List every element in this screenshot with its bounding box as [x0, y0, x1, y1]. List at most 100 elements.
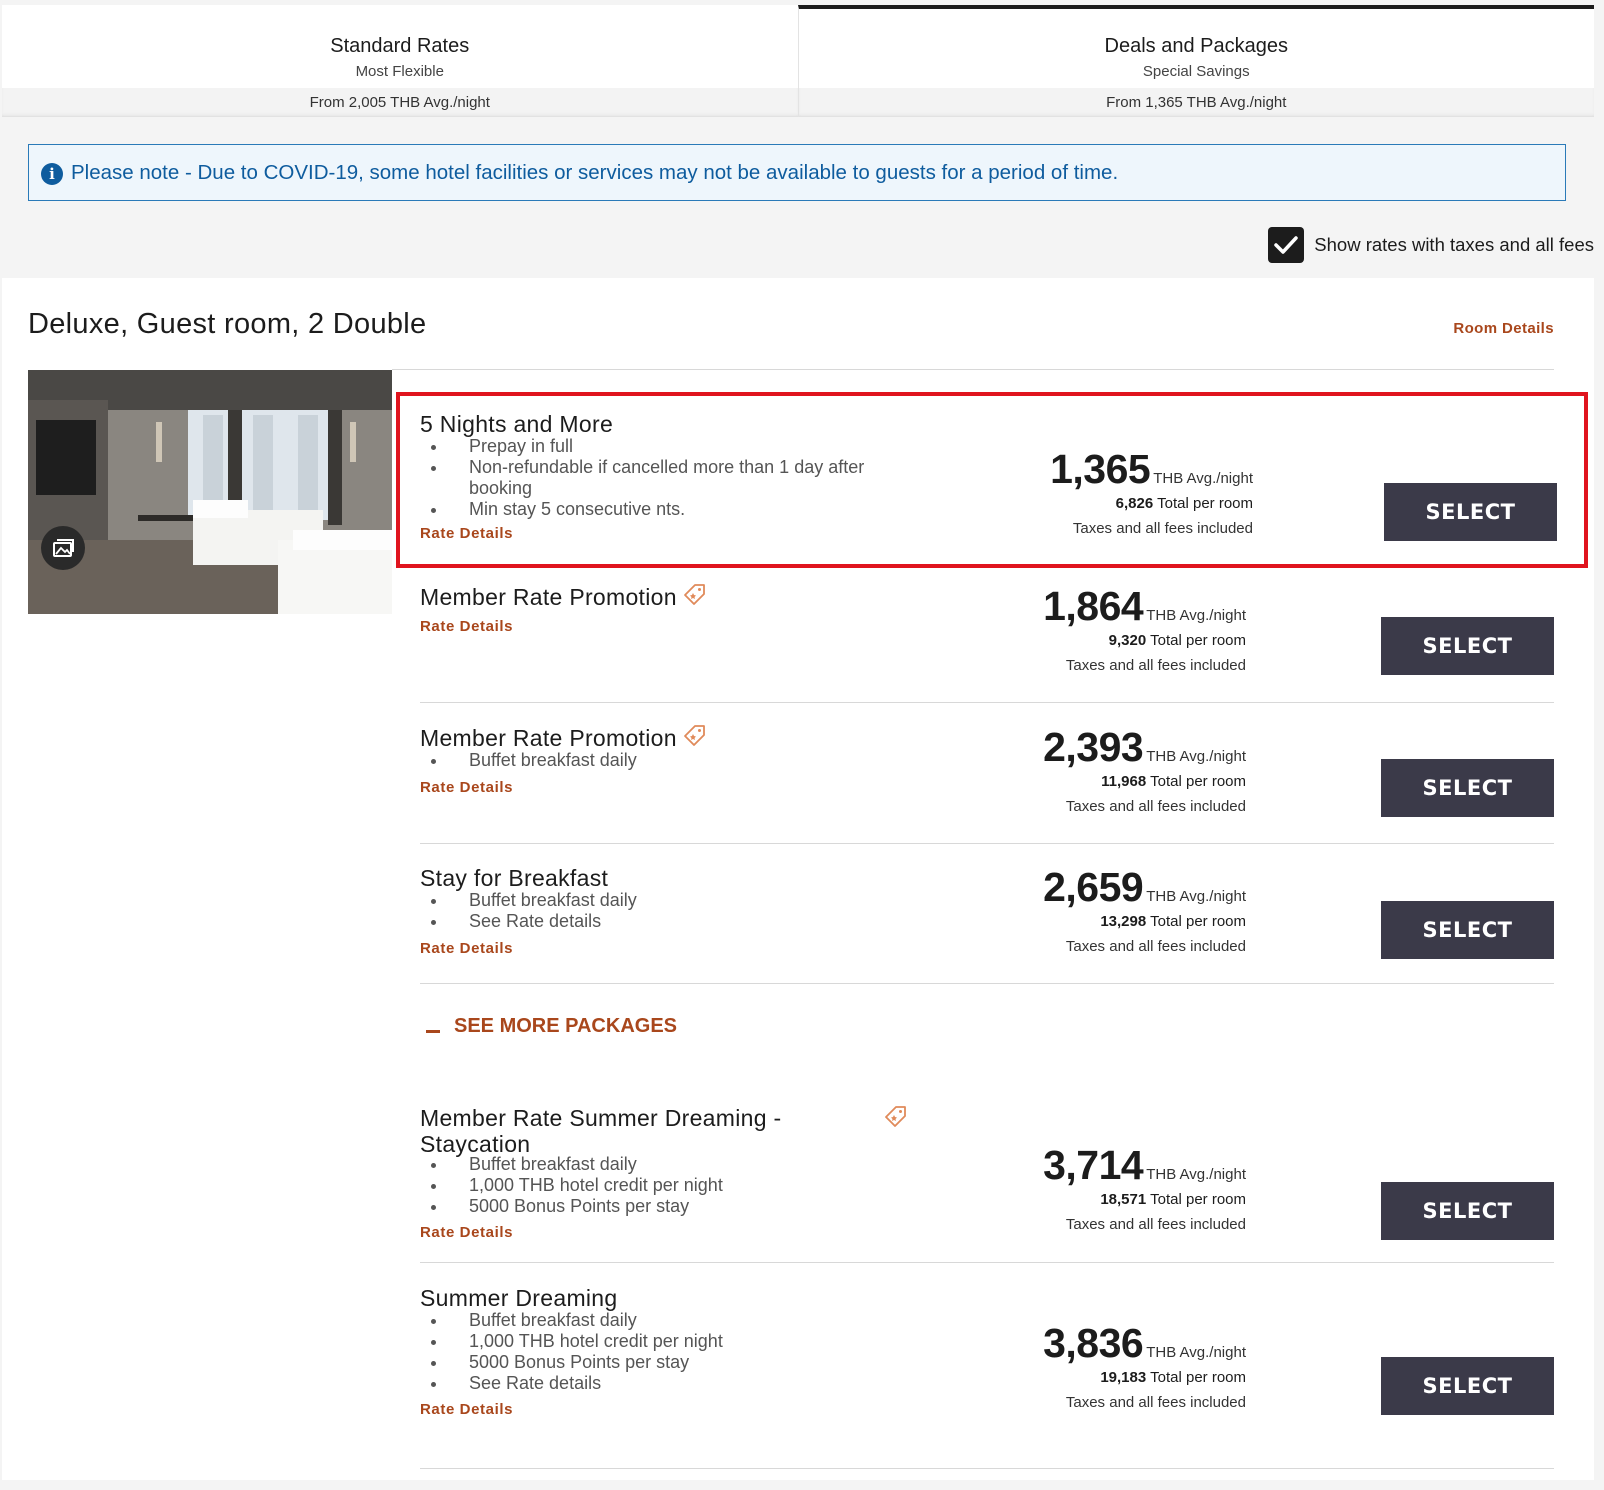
rate-bullet: Buffet breakfast daily	[420, 750, 637, 771]
rate-bullets: Buffet breakfast daily 1,000 THB hotel c…	[420, 1154, 723, 1217]
notice-text: Please note - Due to COVID-19, some hote…	[71, 160, 1119, 184]
select-button[interactable]: SELECT	[1381, 1182, 1554, 1240]
rate-row: Member Rate Summer Dreaming - Staycation…	[420, 1104, 1554, 1263]
total-price: 18,571	[1100, 1191, 1147, 1208]
check-icon[interactable]	[1268, 227, 1305, 263]
total-price: 19,183	[1100, 1369, 1147, 1386]
rate-name-text: Member Rate Promotion	[420, 584, 677, 610]
info-icon: i	[41, 163, 63, 185]
price-per-night: 3,714	[1043, 1142, 1144, 1188]
tab-subtitle: Most Flexible	[355, 63, 444, 80]
rate-details-link[interactable]: Rate Details	[420, 1401, 513, 1418]
total-suffix: Total per room	[1150, 773, 1246, 790]
rate-bullets: Buffet breakfast daily See Rate details	[420, 890, 637, 932]
rate-bullets: Prepay in full Non-refundable if cancell…	[420, 436, 890, 520]
rate-bullet: Min stay 5 consecutive nts.	[420, 499, 890, 520]
room-title: Deluxe, Guest room, 2 Double	[28, 308, 427, 340]
room-card: Deluxe, Guest room, 2 Double Room Detail…	[2, 278, 1594, 1480]
total-suffix: Total per room	[1150, 632, 1246, 649]
select-button[interactable]: SELECT	[1381, 617, 1554, 675]
tag-icon	[884, 1104, 908, 1133]
rate-bullet: Buffet breakfast daily	[420, 1310, 723, 1331]
rate-bullet: 1,000 THB hotel credit per night	[420, 1331, 723, 1352]
taxes-note: Taxes and all fees included	[1065, 1216, 1246, 1233]
rate-details-link[interactable]: Rate Details	[420, 525, 513, 542]
select-button[interactable]: SELECT	[1381, 759, 1554, 817]
minus-icon	[426, 1030, 440, 1033]
rate-details-link[interactable]: Rate Details	[420, 779, 513, 796]
rate-bullet: 5000 Bonus Points per stay	[420, 1196, 723, 1217]
taxes-note: Taxes and all fees included	[1072, 520, 1253, 537]
rate-name: 5 Nights and More	[420, 411, 614, 437]
rate-bullet: See Rate details	[420, 1373, 723, 1394]
rate-bullet: 5000 Bonus Points per stay	[420, 1352, 723, 1373]
rate-bullets: Buffet breakfast daily 1,000 THB hotel c…	[420, 1310, 723, 1394]
price-unit: THB Avg./night	[1153, 470, 1253, 487]
rate-name-text: Member Rate Promotion	[420, 725, 677, 751]
divider	[392, 369, 1554, 370]
rate-tabs: Standard Rates Most Flexible From 2,005 …	[2, 5, 1594, 117]
see-more-packages[interactable]: SEE MORE PACKAGES	[426, 1015, 677, 1038]
tax-toggle[interactable]: Show rates with taxes and all fees	[1268, 227, 1594, 263]
rate-row-highlighted: 5 Nights and More Prepay in full Non-ref…	[396, 392, 1588, 568]
price-per-night: 3,836	[1043, 1320, 1144, 1366]
select-button[interactable]: SELECT	[1384, 483, 1557, 541]
rate-name: Member Rate Promotion	[420, 584, 707, 611]
select-button[interactable]: SELECT	[1381, 1357, 1554, 1415]
tag-icon	[683, 723, 707, 752]
rate-price: 2,659 THB Avg./night 13,298 Total per roo…	[926, 864, 1246, 955]
rate-details-link[interactable]: Rate Details	[420, 618, 513, 635]
total-suffix: Total per room	[1157, 495, 1253, 512]
price-per-night: 2,659	[1043, 864, 1144, 910]
taxes-note: Taxes and all fees included	[1065, 798, 1246, 815]
price-per-night: 1,864	[1043, 583, 1144, 629]
covid-notice: i Please note - Due to COVID-19, some ho…	[28, 144, 1566, 201]
tab-title: Standard Rates	[330, 35, 470, 57]
total-price: 9,320	[1108, 632, 1147, 649]
tab-title: Deals and Packages	[1104, 35, 1288, 57]
rate-name: Member Rate Summer Dreaming - Staycation	[420, 1105, 782, 1157]
rate-price: 3,836 THB Avg./night 19,183 Total per roo…	[926, 1320, 1246, 1411]
price-unit: THB Avg./night	[1146, 607, 1246, 624]
rate-details-link[interactable]: Rate Details	[420, 1224, 513, 1241]
rate-bullet: Prepay in full	[420, 436, 890, 457]
tax-toggle-label: Show rates with taxes and all fees	[1314, 234, 1594, 255]
rate-price: 1,365 THB Avg./night 6,826 Total per room…	[933, 446, 1253, 537]
rate-name: Summer Dreaming	[420, 1285, 618, 1311]
price-per-night: 1,365	[1050, 446, 1151, 492]
tab-subtitle: Special Savings	[1142, 63, 1250, 80]
rate-bullet: Buffet breakfast daily	[420, 890, 637, 911]
rate-bullets: Buffet breakfast daily	[420, 750, 637, 771]
see-more-label: SEE MORE PACKAGES	[454, 1015, 677, 1037]
rate-price: 2,393 THB Avg./night 11,968 Total per roo…	[926, 724, 1246, 815]
total-suffix: Total per room	[1150, 1191, 1246, 1208]
room-photo[interactable]	[28, 370, 392, 614]
total-price: 13,298	[1100, 913, 1147, 930]
tab-deals-and-packages[interactable]: Deals and Packages Special Savings From …	[797, 5, 1594, 117]
select-button[interactable]: SELECT	[1381, 901, 1554, 959]
rate-price: 1,864 THB Avg./night 9,320 Total per room…	[926, 583, 1246, 674]
rate-name: Stay for Breakfast	[420, 865, 609, 891]
rate-details-link[interactable]: Rate Details	[420, 940, 513, 957]
rate-bullet: 1,000 THB hotel credit per night	[420, 1175, 723, 1196]
taxes-note: Taxes and all fees included	[1065, 1394, 1246, 1411]
rate-bullet: See Rate details	[420, 911, 637, 932]
divider	[420, 1468, 1554, 1469]
price-unit: THB Avg./night	[1146, 1166, 1246, 1183]
price-unit: THB Avg./night	[1146, 748, 1246, 765]
total-price: 6,826	[1115, 495, 1154, 512]
tab-standard-rates[interactable]: Standard Rates Most Flexible From 2,005 …	[2, 5, 798, 117]
rate-price: 3,714 THB Avg./night 18,571 Total per roo…	[926, 1142, 1246, 1233]
tag-icon	[683, 582, 707, 611]
gallery-icon[interactable]	[41, 526, 85, 570]
taxes-note: Taxes and all fees included	[1065, 657, 1246, 674]
total-price: 11,968	[1101, 773, 1147, 790]
room-details-link[interactable]: Room Details	[1453, 320, 1554, 337]
taxes-note: Taxes and all fees included	[1065, 938, 1246, 955]
rate-row: Member Rate Promotion Rate Details 1,864…	[420, 583, 1554, 703]
tab-from-price: From 1,365 THB Avg./night	[798, 88, 1594, 117]
rate-row: Stay for Breakfast Buffet breakfast dail…	[420, 864, 1554, 984]
tab-from-price: From 2,005 THB Avg./night	[2, 88, 798, 117]
price-per-night: 2,393	[1043, 724, 1144, 770]
price-unit: THB Avg./night	[1146, 1344, 1246, 1361]
